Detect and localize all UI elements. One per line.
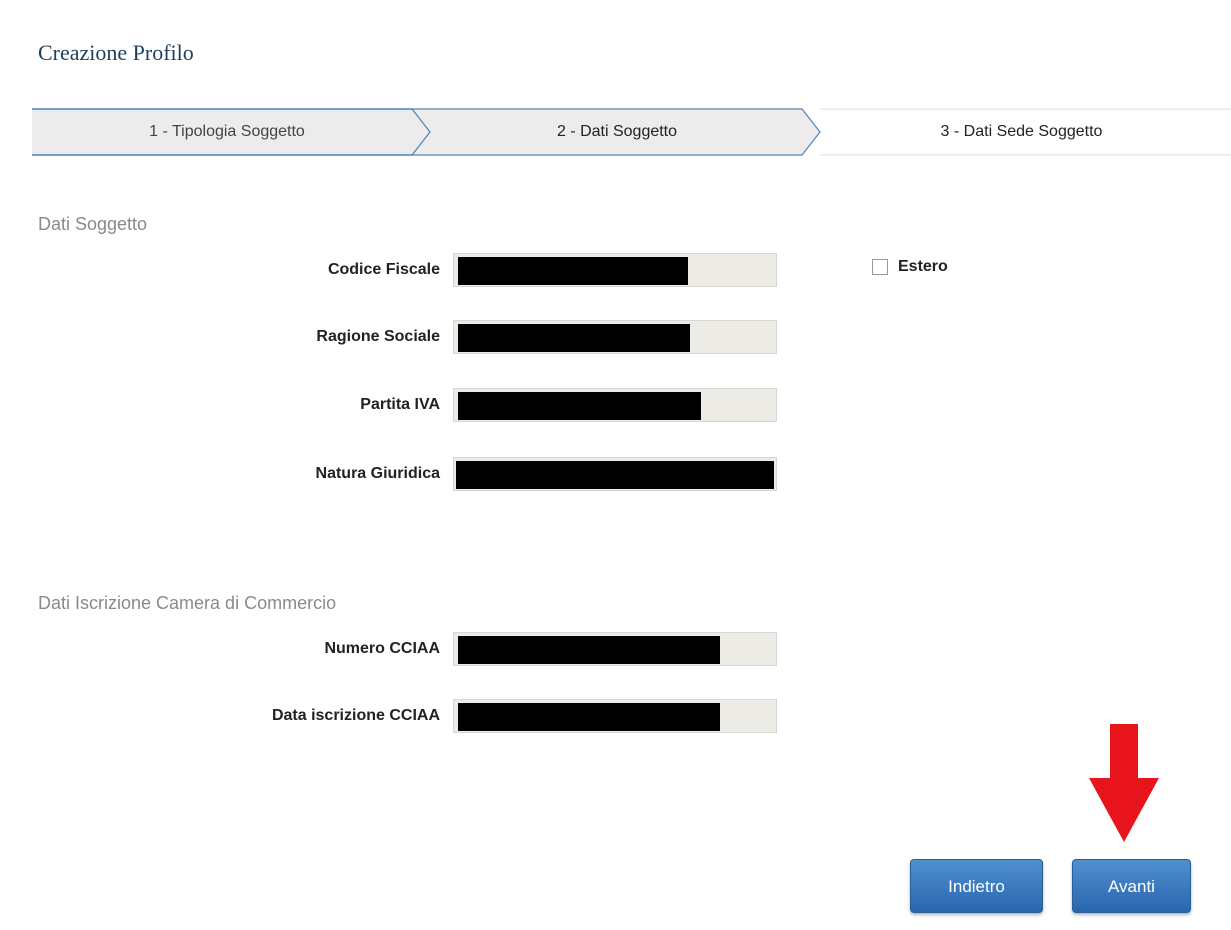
form-panel: Creazione Profilo 1 - Tipologia Soggetto… xyxy=(0,0,1231,930)
step-tipologia-soggetto[interactable]: 1 - Tipologia Soggetto xyxy=(32,108,422,156)
back-button[interactable]: Indietro xyxy=(910,859,1043,913)
wizard-stepper: 1 - Tipologia Soggetto 2 - Dati Soggetto… xyxy=(32,108,1231,156)
input-numero-cciaa[interactable] xyxy=(453,632,777,666)
step-dati-sede-soggetto[interactable]: 3 - Dati Sede Soggetto xyxy=(812,108,1231,156)
section-title-dati-cciaa: Dati Iscrizione Camera di Commercio xyxy=(38,593,337,613)
redaction-bar xyxy=(456,461,774,489)
estero-checkbox-group[interactable]: Estero xyxy=(872,258,948,276)
input-partita-iva[interactable] xyxy=(453,388,777,422)
redaction-bar xyxy=(458,703,720,731)
label-codice-fiscale: Codice Fiscale xyxy=(327,261,440,278)
label-natura-giuridica: Natura Giuridica xyxy=(315,465,440,482)
label-ragione-sociale: Ragione Sociale xyxy=(316,328,440,345)
next-button[interactable]: Avanti xyxy=(1072,859,1191,913)
input-ragione-sociale[interactable] xyxy=(453,320,777,354)
arrow-down-icon xyxy=(1089,724,1159,842)
redaction-bar xyxy=(458,324,690,352)
step-dati-soggetto[interactable]: 2 - Dati Soggetto xyxy=(432,108,802,156)
label-numero-cciaa: Numero CCIAA xyxy=(324,640,440,657)
estero-label: Estero xyxy=(898,258,948,275)
input-data-iscrizione-cciaa[interactable] xyxy=(453,699,777,733)
input-codice-fiscale[interactable] xyxy=(453,253,777,287)
label-partita-iva: Partita IVA xyxy=(360,396,440,413)
redaction-bar xyxy=(458,636,720,664)
redaction-bar xyxy=(458,257,688,285)
section-title-dati-soggetto: Dati Soggetto xyxy=(38,214,148,234)
estero-checkbox[interactable] xyxy=(872,259,888,275)
select-natura-giuridica[interactable] xyxy=(453,457,777,491)
redaction-bar xyxy=(458,392,701,420)
label-data-iscrizione-cciaa: Data iscrizione CCIAA xyxy=(271,707,440,724)
page-title: Creazione Profilo xyxy=(38,40,194,65)
